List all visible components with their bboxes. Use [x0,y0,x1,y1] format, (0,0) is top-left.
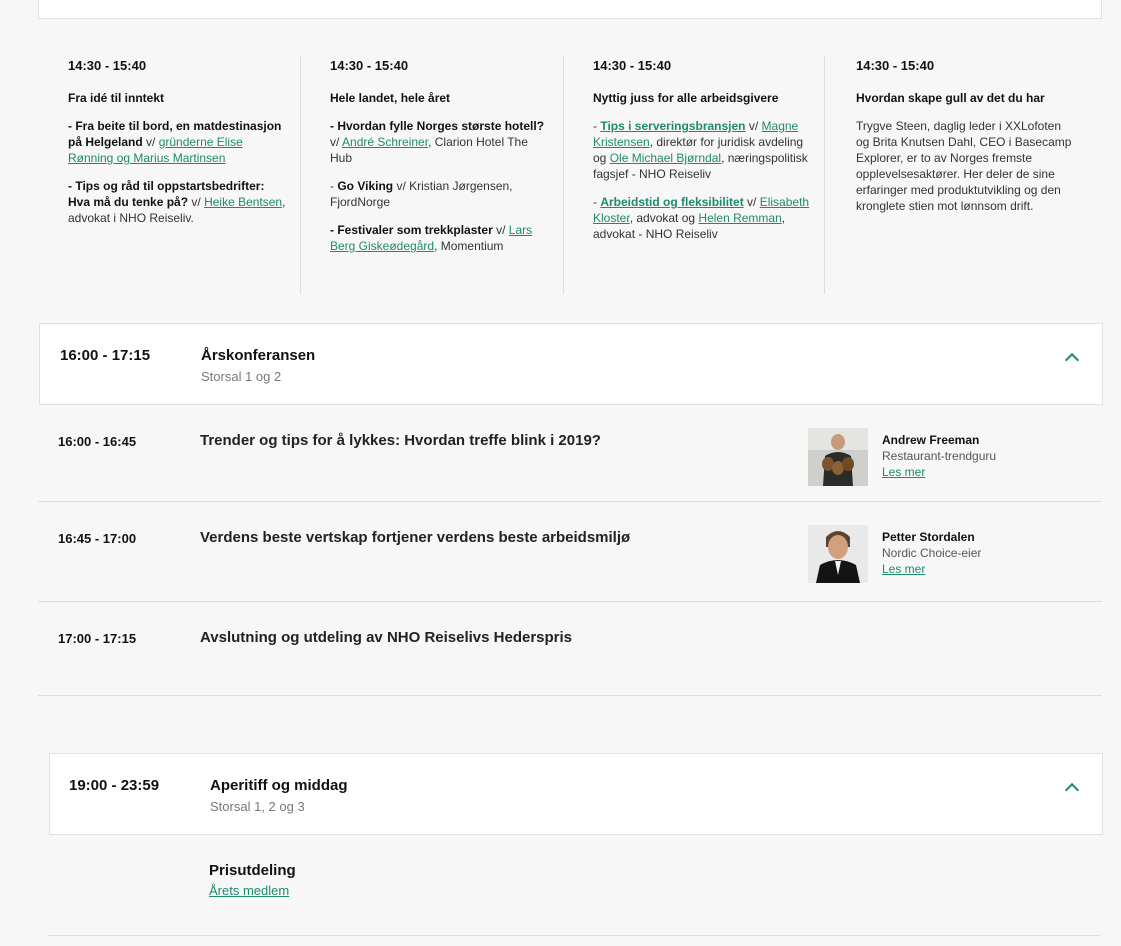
row-title: Avslutning og utdeling av NHO Reiselivs … [200,629,573,646]
session-title: Fra idé til inntekt [68,91,165,105]
session-items: - Fra beite til bord, en matdestinasjon … [68,118,288,226]
item-text: v/ [492,223,509,237]
speaker-info: Andrew Freeman Restaurant-trendguru Les … [882,432,1082,480]
speaker-info: Petter Stordalen Nordic Choice-eier Les … [882,529,1082,577]
agenda-row: 16:00 - 16:45 Trender og tips for å lykk… [38,404,1102,502]
speaker-photo-petter-stordalen [808,525,868,583]
session-items: Trygve Steen, daglig leder i XXLofoten o… [856,118,1076,214]
item-text: , Momentium [434,239,504,253]
session-items: - Tips i serveringsbransjen v/ Magne Kri… [593,118,813,242]
item-title: - Festivaler som trekkplaster [330,223,493,237]
speaker-link[interactable]: Ole Michael Bjørndal [610,151,721,165]
read-more-link[interactable]: Les mer [882,562,925,576]
divider [48,935,1100,936]
session-item: Trygve Steen, daglig leder i XXLofoten o… [856,118,1076,214]
prize-link[interactable]: Årets medlem [209,883,289,898]
session-items: - Hvordan fylle Norges største hotell? v… [330,118,550,254]
column-divider [300,56,301,294]
chevron-up-icon[interactable] [1064,782,1080,798]
speaker-role: Restaurant-trendguru [882,449,997,463]
session-location: Storsal 1 og 2 [201,369,282,384]
item-title: - Hvordan fylle Norges største hotell? [330,119,545,133]
session-header-arskonferansen[interactable]: 16:00 - 17:15 Årskonferansen Storsal 1 o… [39,323,1103,405]
session-item: - Tips i serveringsbransjen v/ Magne Kri… [593,118,813,182]
speaker-link[interactable]: Tips i serveringsbransjen [600,119,745,133]
session-item: - Arbeidstid og fleksibilitet v/ Elisabe… [593,194,813,242]
row-title: Verdens beste vertskap fortjener verdens… [200,529,631,546]
agenda-row: 17:00 - 17:15 Avslutning og utdeling av … [38,601,1102,696]
row-title: Trender og tips for å lykkes: Hvordan tr… [200,432,601,449]
item-text: v/ [330,135,343,149]
session-title: Årskonferansen [201,347,316,364]
session-time: 14:30 - 15:40 [593,58,672,73]
session-item: - Hvordan fylle Norges største hotell? v… [330,118,550,166]
previous-session-card [38,0,1102,19]
session-title: Hele landet, hele året [330,91,451,105]
row-time: 16:00 - 16:45 [58,434,137,449]
session-title: Hvordan skape gull av det du har [856,91,1045,105]
session-time: 14:30 - 15:40 [330,58,409,73]
speaker-photo-andrew-freeman [808,428,868,486]
parallel-session-col: 14:30 - 15:40 Hele landet, hele året - H… [330,58,550,293]
read-more-link[interactable]: Les mer [882,465,925,479]
session-item: - Fra beite til bord, en matdestinasjon … [68,118,288,166]
row-time: 17:00 - 17:15 [58,631,137,646]
item-title: Go Viking [337,179,394,193]
item-text: v/ [142,135,159,149]
session-time: 16:00 - 17:15 [60,347,151,364]
session-time: 14:30 - 15:40 [68,58,147,73]
session-time: 14:30 - 15:40 [856,58,935,73]
item-text: v/ [745,119,762,133]
speaker-link[interactable]: Heike Bentsen [204,195,282,209]
session-item: - Tips og råd til oppstartsbedrifter: Hv… [68,178,288,226]
parallel-session-col: 14:30 - 15:40 Fra idé til inntekt - Fra … [68,58,288,293]
session-time: 19:00 - 23:59 [69,777,160,794]
session-title: Aperitiff og middag [210,777,348,794]
speaker-link[interactable]: Arbeidstid og fleksibilitet [600,195,743,209]
chevron-up-icon[interactable] [1064,352,1080,368]
column-divider [563,56,564,294]
column-divider [824,56,825,294]
speaker-link[interactable]: Helen Remman [698,211,781,225]
row-time: 16:45 - 17:00 [58,531,137,546]
parallel-sessions: 14:30 - 15:40 Fra idé til inntekt - Fra … [38,38,1108,298]
item-text: Trygve Steen, daglig leder i XXLofoten o… [856,119,1072,213]
item-text: , advokat og [629,211,699,225]
agenda-row: 16:45 - 17:00 Verdens beste vertskap for… [38,501,1102,602]
item-text: v/ [188,195,205,209]
item-text: v/ [743,195,760,209]
session-title: Nyttig juss for alle arbeidsgivere [593,91,779,105]
session-location: Storsal 1, 2 og 3 [210,799,305,814]
speaker-name: Petter Stordalen [882,530,975,544]
session-header-aperitiff[interactable]: 19:00 - 23:59 Aperitiff og middag Storsa… [49,753,1103,835]
parallel-session-col: 14:30 - 15:40 Hvordan skape gull av det … [856,58,1076,293]
speaker-name: Andrew Freeman [882,433,980,447]
session-item: - Go Viking v/ Kristian Jørgensen, Fjord… [330,178,550,210]
speaker-link[interactable]: André Schreiner [342,135,428,149]
parallel-session-col: 14:30 - 15:40 Nyttig juss for alle arbei… [593,58,813,293]
session-item: - Festivaler som trekkplaster v/ Lars Be… [330,222,550,254]
speaker-role: Nordic Choice-eier [882,546,982,560]
prize-section: Prisutdeling Årets medlem [209,862,296,900]
prize-title: Prisutdeling [209,862,296,879]
